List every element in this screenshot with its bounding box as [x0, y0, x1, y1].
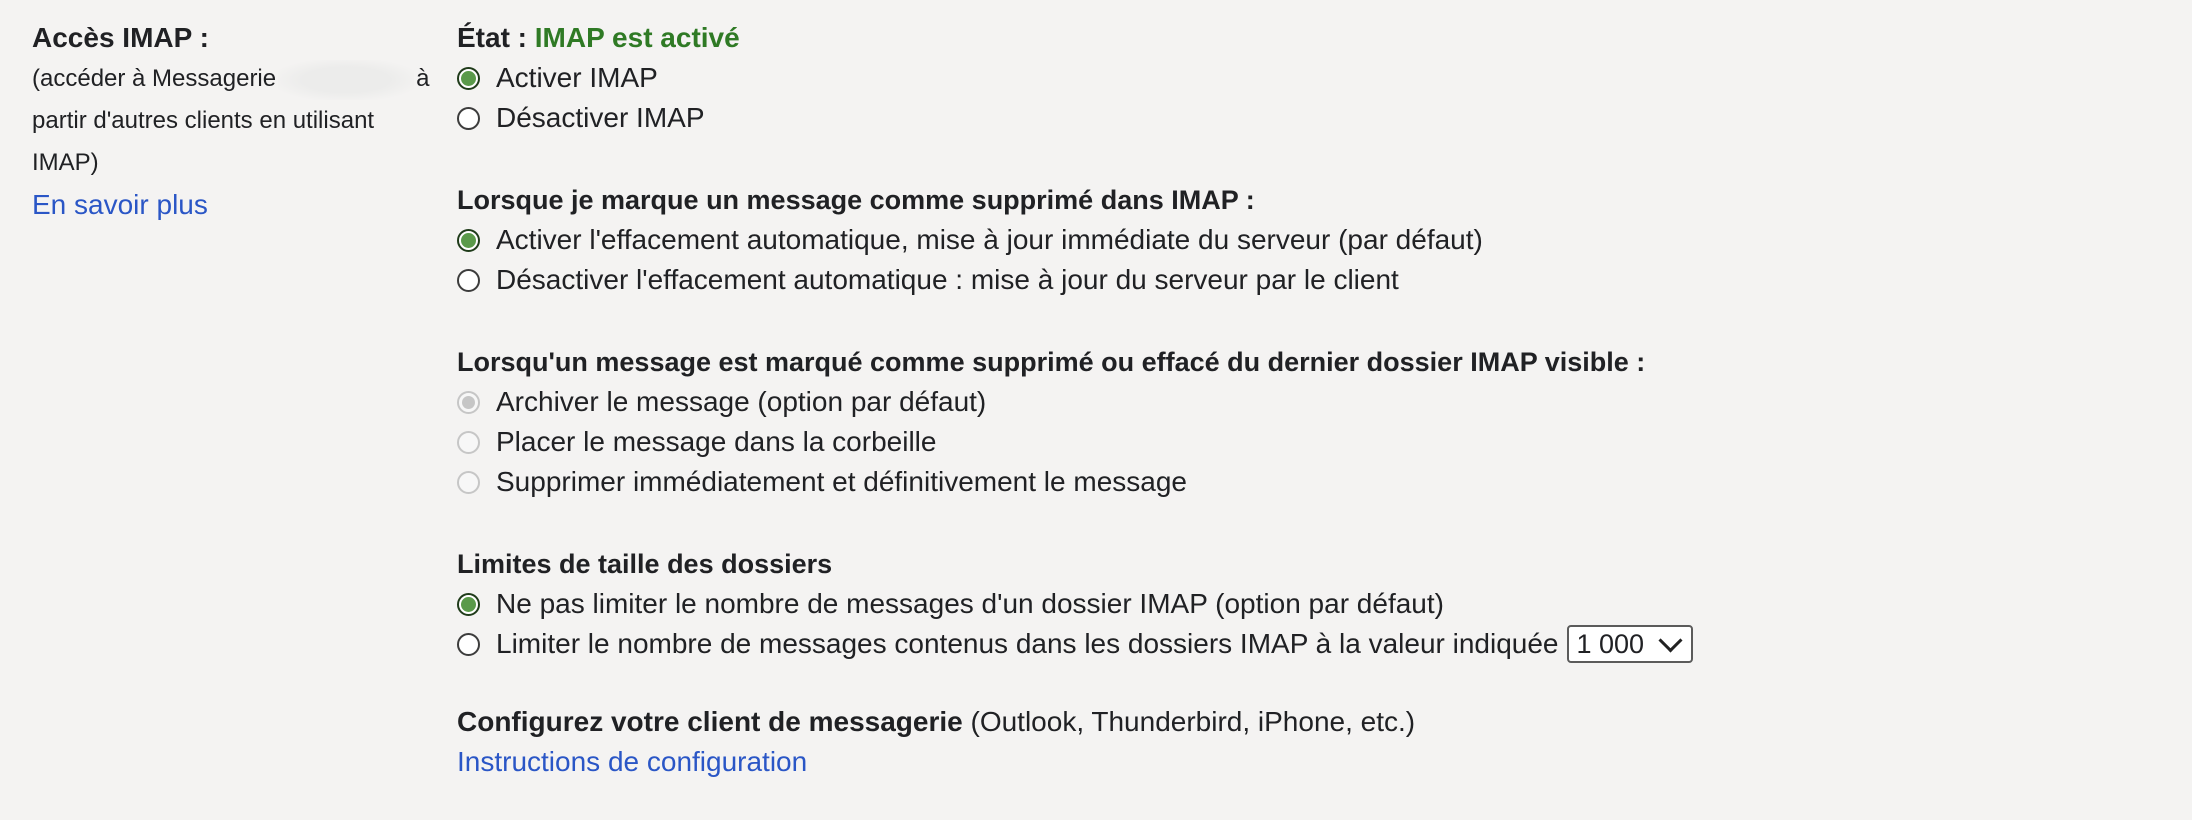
configure-client-title: Configurez votre client de messagerie (O…	[457, 702, 2157, 742]
imap-status: État : IMAP est activé	[457, 18, 2157, 58]
disable-imap-label[interactable]: Désactiver IMAP	[496, 98, 705, 138]
expunge-section-title: Lorsque je marque un message comme suppr…	[457, 185, 1255, 215]
delete-forever-radio[interactable]	[457, 470, 480, 494]
folder-limit-select[interactable]: 1 000	[1566, 625, 1693, 663]
move-to-trash-label[interactable]: Placer le message dans la corbeille	[496, 422, 936, 462]
no-folder-limit-label[interactable]: Ne pas limiter le nombre de messages d'u…	[496, 584, 1444, 624]
configure-client-title-rest: (Outlook, Thunderbird, iPhone, etc.)	[962, 706, 1416, 737]
imap-access-title: Accès IMAP :	[32, 22, 209, 53]
enable-imap-radio[interactable]	[457, 66, 480, 90]
delete-forever-option[interactable]: Supprimer immédiatement et définitivemen…	[457, 462, 2157, 502]
status-label: État :	[457, 22, 535, 53]
auto-expunge-off-radio[interactable]	[457, 268, 480, 292]
folder-limits-section-title: Limites de taille des dossiers	[457, 549, 833, 579]
description-part-1: (accéder à Messagerie	[32, 65, 277, 92]
no-folder-limit-radio[interactable]	[457, 592, 480, 616]
deleted-action-section-title: Lorsqu'un message est marqué comme suppr…	[457, 347, 1646, 377]
enable-imap-option[interactable]: Activer IMAP	[457, 58, 2157, 98]
disable-imap-option[interactable]: Désactiver IMAP	[457, 98, 2157, 138]
imap-settings-panel: Accès IMAP : (accéder à Messagerie à part…	[0, 0, 2192, 820]
redacted-name	[278, 59, 415, 100]
archive-message-label[interactable]: Archiver le message (option par défaut)	[496, 382, 986, 422]
auto-expunge-on-label[interactable]: Activer l'effacement automatique, mise à…	[496, 220, 1483, 260]
limit-folder-label[interactable]: Limiter le nombre de messages contenus d…	[496, 624, 1559, 664]
move-to-trash-option[interactable]: Placer le message dans la corbeille	[457, 422, 2157, 462]
configure-client-title-bold: Configurez votre client de messagerie	[457, 706, 963, 737]
limit-folder-option[interactable]: Limiter le nombre de messages contenus d…	[457, 624, 2157, 664]
description-line-3: IMAP)	[32, 149, 99, 176]
configuration-instructions-link[interactable]: Instructions de configuration	[457, 742, 807, 782]
archive-message-radio[interactable]	[457, 390, 480, 414]
delete-forever-label[interactable]: Supprimer immédiatement et définitivemen…	[496, 462, 1187, 502]
imap-access-label-column: Accès IMAP : (accéder à Messagerie à part…	[32, 18, 432, 226]
auto-expunge-off-label[interactable]: Désactiver l'effacement automatique : mi…	[496, 260, 1399, 300]
imap-access-description: (accéder à Messagerie à partir d'autres c…	[32, 58, 432, 184]
status-value: IMAP est activé	[534, 22, 740, 53]
limit-folder-radio[interactable]	[457, 632, 480, 656]
auto-expunge-on-radio[interactable]	[457, 228, 480, 252]
chevron-down-icon	[1657, 627, 1683, 653]
no-folder-limit-option[interactable]: Ne pas limiter le nombre de messages d'u…	[457, 584, 2157, 624]
move-to-trash-radio[interactable]	[457, 430, 480, 454]
auto-expunge-off-option[interactable]: Désactiver l'effacement automatique : mi…	[457, 260, 2157, 300]
enable-imap-label[interactable]: Activer IMAP	[496, 58, 658, 98]
description-part-2: à	[416, 65, 430, 92]
learn-more-link[interactable]: En savoir plus	[32, 184, 208, 226]
folder-limit-value: 1 000	[1576, 629, 1645, 659]
archive-message-option[interactable]: Archiver le message (option par défaut)	[457, 382, 2157, 422]
description-line-2: partir d'autres clients en utilisant	[32, 107, 375, 134]
disable-imap-radio[interactable]	[457, 106, 480, 130]
imap-options-column: État : IMAP est activé Activer IMAP Désa…	[457, 18, 2157, 782]
auto-expunge-on-option[interactable]: Activer l'effacement automatique, mise à…	[457, 220, 2157, 260]
